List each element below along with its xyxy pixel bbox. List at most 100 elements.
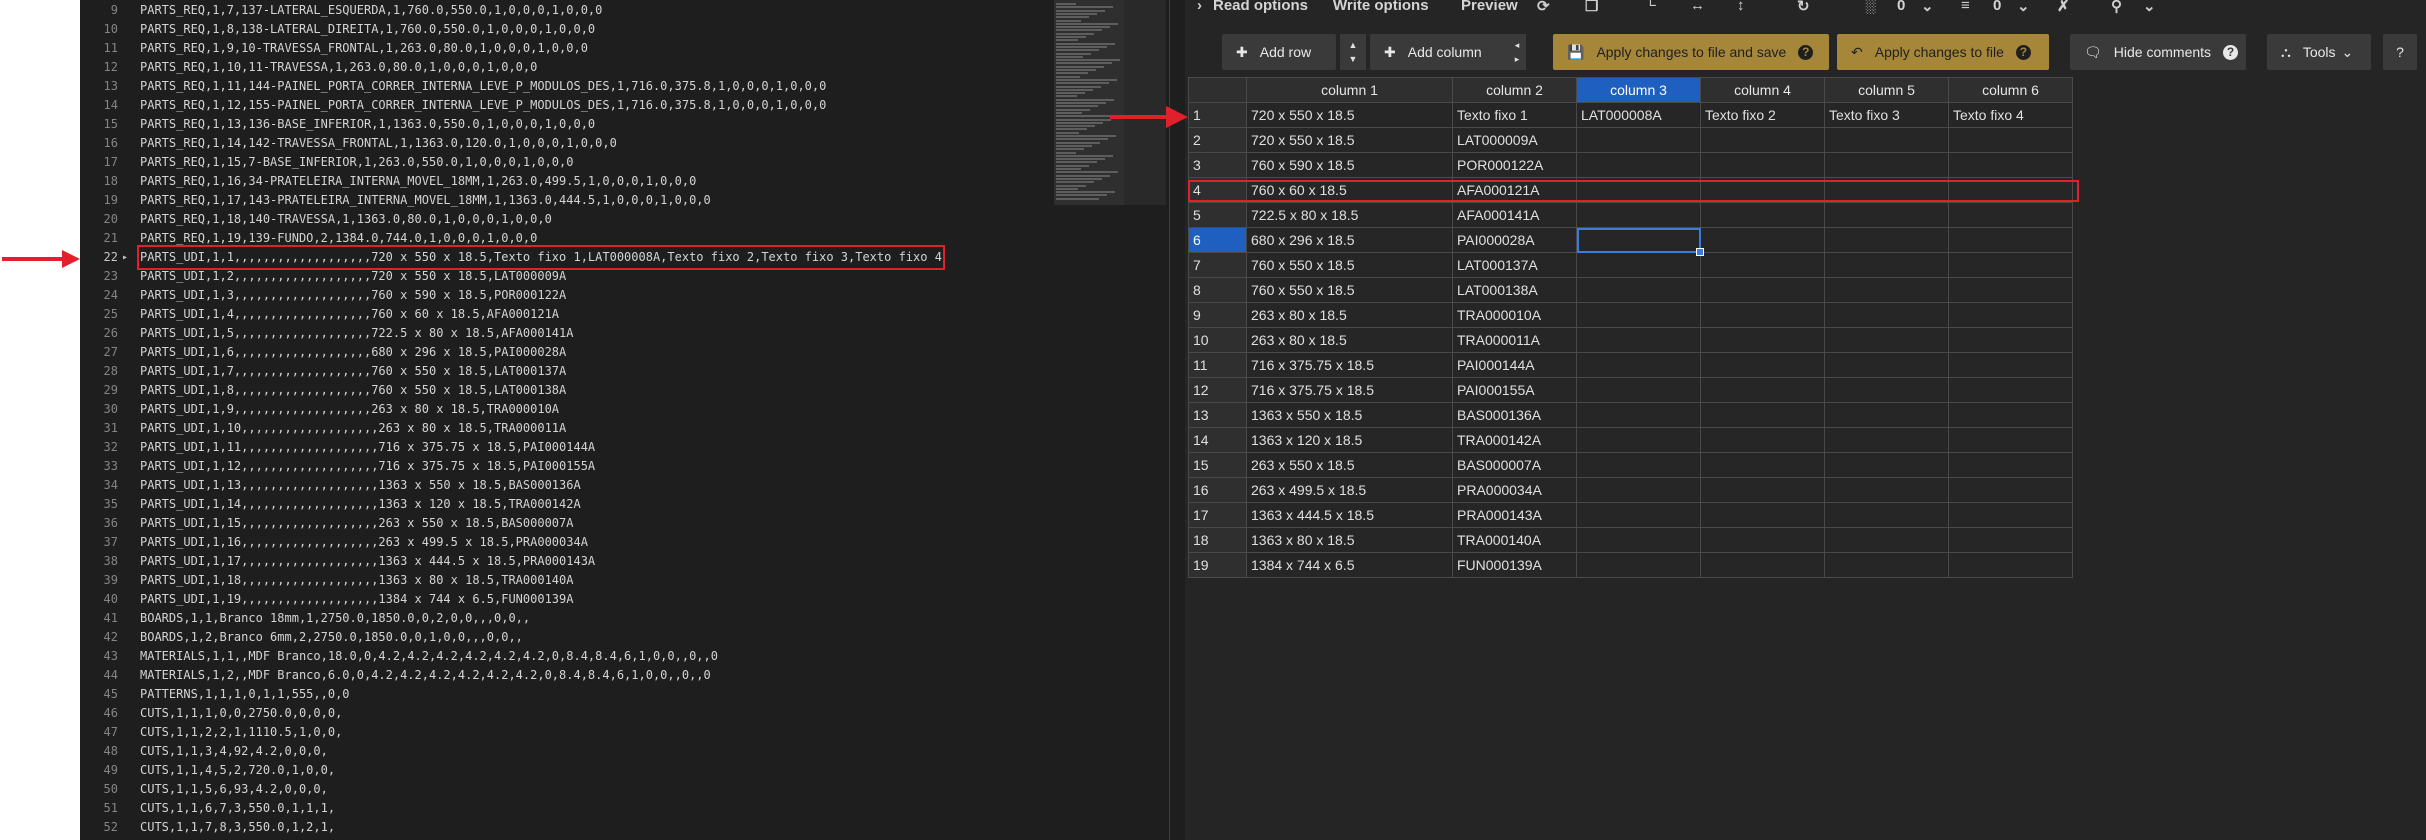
row-number[interactable]: 8	[1188, 277, 1247, 303]
table-cell[interactable]	[1576, 502, 1701, 528]
row-number[interactable]: 3	[1188, 152, 1247, 178]
table-cell[interactable]	[1700, 402, 1825, 428]
resize-horizontal-icon[interactable]: ↔	[1690, 0, 1705, 14]
table-cell[interactable]: 760 x 590 x 18.5	[1246, 152, 1453, 178]
code-line[interactable]: 44 MATERIALS,1,2,,MDF Branco,6.0,0,4.2,4.…	[80, 666, 1169, 685]
code-line[interactable]: 20 PARTS_REQ,1,18,140-TRAVESSA,1,1363.0,8…	[80, 210, 1169, 229]
copy-icon[interactable]: ❐	[1585, 0, 1598, 15]
code-line[interactable]: 52 CUTS,1,1,7,8,3,550.0,1,2,1,	[80, 818, 1169, 837]
table-cell[interactable]	[1824, 302, 1949, 328]
table-cell[interactable]: 720 x 550 x 18.5	[1246, 102, 1453, 128]
table-cell[interactable]	[1576, 227, 1705, 257]
table-cell[interactable]	[1948, 252, 2073, 278]
chevron-down-icon[interactable]: ⌄	[2017, 0, 2030, 15]
table-cell[interactable]: Texto fixo 2	[1700, 102, 1825, 128]
row-number[interactable]: 1	[1188, 102, 1247, 128]
code-line[interactable]: 10 PARTS_REQ,1,8,138-LATERAL_DIREITA,1,76…	[80, 20, 1169, 39]
row-stepper[interactable]: ▲ ▼	[1340, 34, 1366, 70]
column-header[interactable]: column 6	[1948, 77, 2073, 103]
row-number[interactable]: 6	[1188, 227, 1247, 253]
table-cell[interactable]: TRA000142A	[1452, 427, 1577, 453]
table-cell[interactable]	[1700, 477, 1825, 503]
table-cell[interactable]	[1948, 527, 2073, 553]
table-cell[interactable]	[1824, 477, 1949, 503]
table-cell[interactable]	[1700, 202, 1825, 228]
code-line[interactable]: 19 PARTS_REQ,1,17,143-PRATELEIRA_INTERNA_…	[80, 191, 1169, 210]
table-cell[interactable]	[1948, 452, 2073, 478]
rows-icon[interactable]: ≡	[1961, 0, 1970, 14]
table-cell[interactable]	[1576, 552, 1701, 578]
table-cell[interactable]: Texto fixo 3	[1824, 102, 1949, 128]
code-line[interactable]: 30 PARTS_UDI,1,9,,,,,,,,,,,,,,,,,,,263 x …	[80, 400, 1169, 419]
columns-icon[interactable]: ░	[1865, 0, 1876, 14]
code-line[interactable]: 16 PARTS_REQ,1,14,142-TRAVESSA_FRONTAL,1,…	[80, 134, 1169, 153]
code-line[interactable]: 35 PARTS_UDI,1,14,,,,,,,,,,,,,,,,,,,1363 …	[80, 495, 1169, 514]
table-cell[interactable]: 716 x 375.75 x 18.5	[1246, 352, 1453, 378]
table-cell[interactable]	[1824, 552, 1949, 578]
table-cell[interactable]	[1576, 152, 1701, 178]
fixed-rows-count[interactable]: 0	[1993, 0, 2001, 14]
table-cell[interactable]	[1824, 527, 1949, 553]
clear-icon[interactable]: ✗	[2057, 0, 2070, 15]
table-cell[interactable]	[1824, 452, 1949, 478]
table-cell[interactable]: 720 x 550 x 18.5	[1246, 127, 1453, 153]
code-line[interactable]: 33 PARTS_UDI,1,12,,,,,,,,,,,,,,,,,,,716 x…	[80, 457, 1169, 476]
corner-header[interactable]	[1188, 77, 1247, 103]
table-cell[interactable]: TRA000010A	[1452, 302, 1577, 328]
table-cell[interactable]: Texto fixo 4	[1948, 102, 2073, 128]
refresh-icon[interactable]: ⟳	[1537, 0, 1550, 15]
add-column-button[interactable]: ✚ Add column	[1370, 34, 1514, 70]
row-number[interactable]: 4	[1188, 177, 1247, 203]
row-number[interactable]: 5	[1188, 202, 1247, 228]
table-cell[interactable]	[1948, 202, 2073, 228]
table-cell[interactable]	[1948, 277, 2073, 303]
apply-changes-button[interactable]: ↶ Apply changes to file ?	[1837, 34, 2049, 70]
table-cell[interactable]: 1363 x 80 x 18.5	[1246, 527, 1453, 553]
code-line[interactable]: 36 PARTS_UDI,1,15,,,,,,,,,,,,,,,,,,,263 x…	[80, 514, 1169, 533]
table-cell[interactable]: LAT000008A	[1576, 102, 1701, 128]
hide-comments-button[interactable]: 🗨 Hide comments ?	[2070, 34, 2246, 70]
table-cell[interactable]: LAT000009A	[1452, 127, 1577, 153]
code-line[interactable]: 42 BOARDS,1,2,Branco 6mm,2,2750.0,1850.0,…	[80, 628, 1169, 647]
code-line[interactable]: 31 PARTS_UDI,1,10,,,,,,,,,,,,,,,,,,,263 x…	[80, 419, 1169, 438]
table-cell[interactable]	[1700, 352, 1825, 378]
code-line[interactable]: 22 ▸ PARTS_UDI,1,1,,,,,,,,,,,,,,,,,,,720 x…	[80, 245, 1169, 270]
table-cell[interactable]	[1700, 127, 1825, 153]
row-number[interactable]: 17	[1188, 502, 1247, 528]
read-options-link[interactable]: Read options	[1213, 0, 1308, 14]
search-icon[interactable]: ⚲	[2111, 0, 2122, 15]
table-cell[interactable]	[1576, 277, 1701, 303]
table-cell[interactable]	[1824, 502, 1949, 528]
table-cell[interactable]: 1363 x 120 x 18.5	[1246, 427, 1453, 453]
code-editor[interactable]: 9 PARTS_REQ,1,7,137-LATERAL_ESQUERDA,1,76…	[80, 0, 1169, 840]
code-line[interactable]: 34 PARTS_UDI,1,13,,,,,,,,,,,,,,,,,,,1363 …	[80, 476, 1169, 495]
code-line[interactable]: 40 PARTS_UDI,1,19,,,,,,,,,,,,,,,,,,,1384 …	[80, 590, 1169, 609]
code-line[interactable]: 29 PARTS_UDI,1,8,,,,,,,,,,,,,,,,,,,760 x …	[80, 381, 1169, 400]
sync-icon[interactable]: ↻	[1797, 0, 1810, 15]
table-cell[interactable]	[1576, 402, 1701, 428]
row-number[interactable]: 11	[1188, 352, 1247, 378]
chevron-down-icon[interactable]: ⌄	[1921, 0, 1934, 15]
code-line[interactable]: 43 MATERIALS,1,1,,MDF Branco,18.0,0,4.2,4…	[80, 647, 1169, 666]
layout-icon[interactable]: └	[1645, 0, 1656, 14]
table-cell[interactable]	[1948, 227, 2073, 253]
table-cell[interactable]: AFA000121A	[1452, 177, 1577, 203]
table-cell[interactable]	[1700, 377, 1825, 403]
table-cell[interactable]	[1948, 427, 2073, 453]
table-cell[interactable]	[1576, 352, 1701, 378]
table-cell[interactable]: PRA000034A	[1452, 477, 1577, 503]
table-cell[interactable]	[1824, 327, 1949, 353]
table-cell[interactable]	[1700, 227, 1825, 253]
table-cell[interactable]: TRA000011A	[1452, 327, 1577, 353]
table-cell[interactable]	[1576, 252, 1701, 278]
table-cell[interactable]	[1700, 527, 1825, 553]
code-line[interactable]: 27 PARTS_UDI,1,6,,,,,,,,,,,,,,,,,,,680 x …	[80, 343, 1169, 362]
code-line[interactable]: 39 PARTS_UDI,1,18,,,,,,,,,,,,,,,,,,,1363 …	[80, 571, 1169, 590]
table-cell[interactable]: Texto fixo 1	[1452, 102, 1577, 128]
table-cell[interactable]	[1824, 377, 1949, 403]
table-cell[interactable]	[1700, 327, 1825, 353]
table-cell[interactable]: PAI000028A	[1452, 227, 1577, 253]
code-line[interactable]: 28 PARTS_UDI,1,7,,,,,,,,,,,,,,,,,,,760 x …	[80, 362, 1169, 381]
code-line[interactable]: 41 BOARDS,1,1,Branco 18mm,1,2750.0,1850.0…	[80, 609, 1169, 628]
table-cell[interactable]	[1948, 402, 2073, 428]
